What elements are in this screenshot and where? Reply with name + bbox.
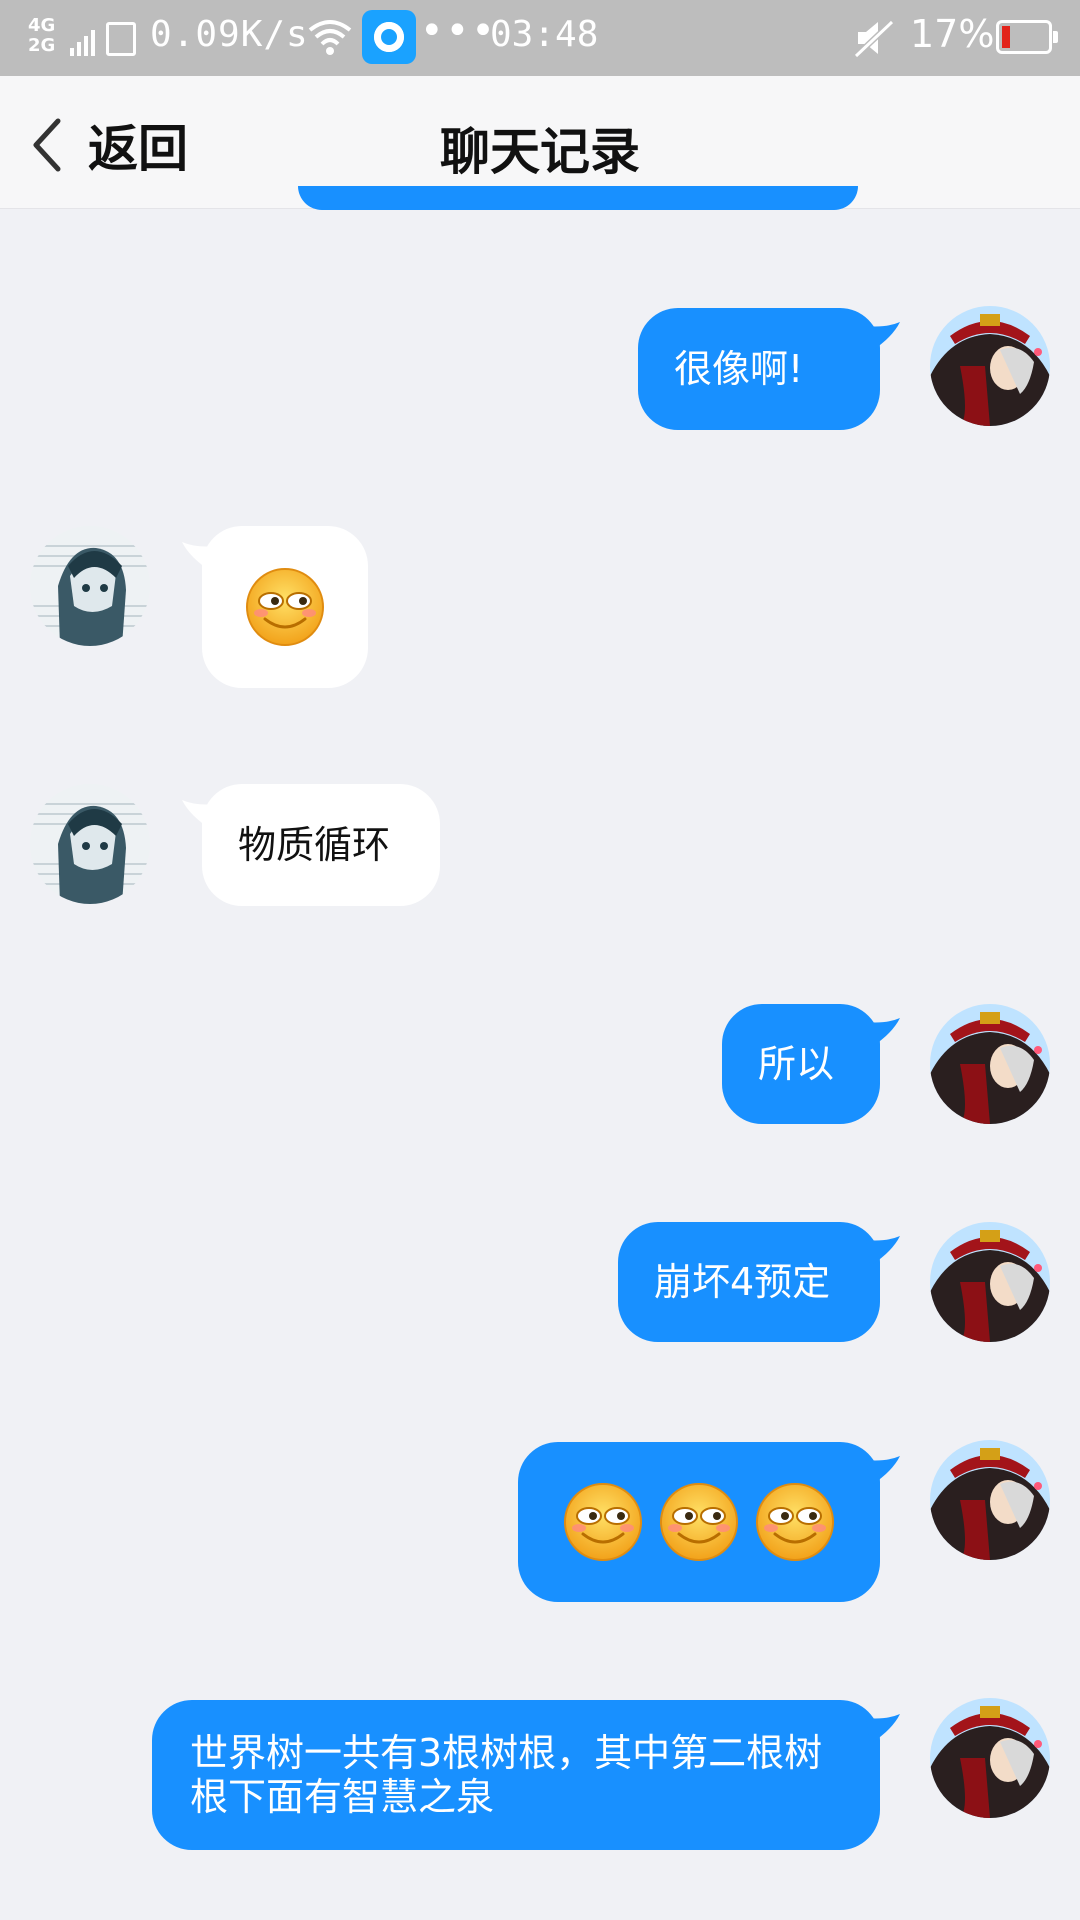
message-text: 所以 — [758, 1042, 835, 1086]
bubble-tail — [866, 322, 900, 352]
smile-emoji-icon — [245, 567, 325, 647]
battery-icon — [996, 20, 1058, 54]
avatar[interactable] — [930, 1004, 1050, 1124]
smile-emoji-icon — [755, 1482, 835, 1562]
message-bubble[interactable] — [202, 526, 368, 688]
avatar[interactable] — [30, 784, 150, 904]
sim-card-icon — [106, 22, 136, 56]
avatar[interactable] — [930, 1440, 1050, 1560]
avatar[interactable] — [930, 1698, 1050, 1818]
bubble-tail — [866, 1714, 900, 1744]
avatar[interactable] — [930, 306, 1050, 426]
message-text: 很像啊! — [674, 347, 804, 391]
clock: 03:48 — [490, 14, 599, 55]
mute-icon — [853, 19, 895, 58]
network-type-top: 4G — [28, 15, 56, 36]
message-bubble[interactable]: 物质循环 — [202, 784, 440, 906]
page-title: 聊天记录 — [440, 123, 640, 181]
message-bubble[interactable]: 所以 — [722, 1004, 880, 1124]
network-type-bottom: 2G — [28, 35, 56, 56]
message-bubble[interactable]: 很像啊! — [638, 308, 880, 430]
message-text: 崩坏4预定 — [654, 1260, 831, 1304]
message-text: 世界树一共有3根树根，其中第二根树根下面有智慧之泉 — [190, 1731, 823, 1819]
app-notification-icon — [362, 10, 416, 64]
message-text: 物质循环 — [238, 823, 391, 867]
bubble-tail — [866, 1236, 900, 1266]
battery-percent: 17% — [910, 12, 995, 56]
bubble-tail — [866, 1018, 900, 1048]
message-bubble-partial — [298, 186, 858, 210]
wifi-icon — [308, 20, 352, 55]
more-notifications-icon: ••• — [420, 8, 497, 54]
status-bar: 4G 2G 0.09K/s ••• 03:48 17% — [0, 0, 1080, 76]
avatar[interactable] — [930, 1222, 1050, 1342]
message-bubble[interactable]: 崩坏4预定 — [618, 1222, 880, 1342]
smile-emoji-icon — [563, 1482, 643, 1562]
cellular-signal-icon: 4G 2G — [28, 15, 95, 60]
smile-emoji-icon — [659, 1482, 739, 1562]
message-bubble[interactable] — [518, 1442, 880, 1602]
bubble-tail — [866, 1456, 900, 1486]
avatar[interactable] — [30, 526, 150, 646]
network-speed: 0.09K/s — [150, 14, 309, 55]
message-bubble[interactable]: 世界树一共有3根树根，其中第二根树根下面有智慧之泉 — [152, 1700, 880, 1850]
